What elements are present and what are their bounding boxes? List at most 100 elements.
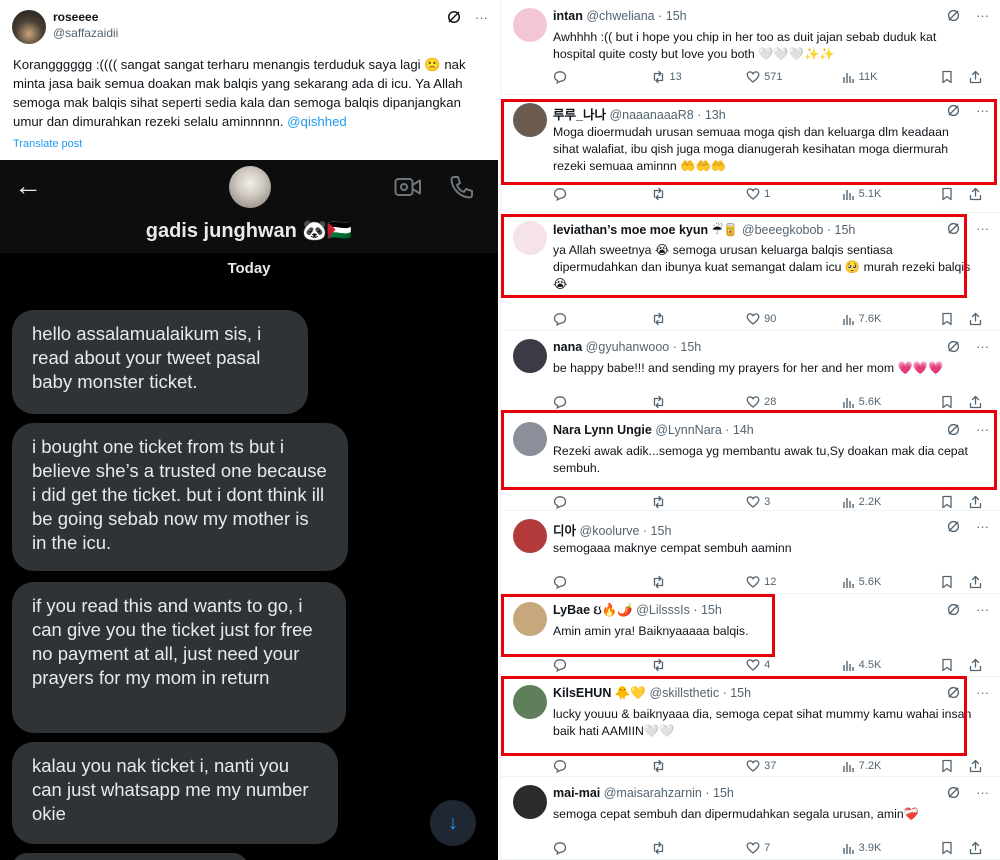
share-button[interactable] — [969, 575, 989, 589]
reply-author-handle[interactable]: @koolurve — [580, 524, 640, 538]
reply-item[interactable]: KilsEHUN 🐥💛 @skillsthetic · 15h ··· lucky … — [501, 677, 1000, 777]
reply-time[interactable]: · 15h — [827, 223, 856, 237]
reply-avatar[interactable] — [513, 103, 547, 137]
views-button[interactable]: 7.6K — [842, 313, 942, 326]
grok-icon[interactable] — [947, 340, 960, 353]
grok-icon[interactable] — [947, 104, 960, 117]
reply-author-name[interactable]: 디아 — [553, 524, 576, 538]
grok-icon[interactable] — [947, 520, 960, 533]
reply-button[interactable] — [553, 495, 651, 509]
reply-avatar[interactable] — [513, 785, 547, 819]
author-avatar[interactable] — [12, 10, 46, 44]
reply-button[interactable] — [553, 841, 651, 855]
more-options-icon[interactable]: ··· — [976, 602, 989, 617]
reply-author-handle[interactable]: @maisarahzarnin — [604, 786, 702, 800]
reply-item[interactable]: leviathan’s moe moe kyun ☔🥫 @beeegkobob … — [501, 213, 1000, 331]
reply-item[interactable]: mai-mai @maisarahzarnin · 15h ··· semoga c… — [501, 777, 1000, 860]
more-options-icon[interactable]: ··· — [976, 221, 989, 236]
more-options-icon[interactable]: ··· — [976, 103, 989, 118]
more-options-icon[interactable]: ··· — [475, 10, 488, 25]
repost-button[interactable] — [651, 395, 747, 409]
reply-avatar[interactable] — [513, 221, 547, 255]
reply-item[interactable]: 루루_나나 @naaanaaaR8 · 13h ··· Moga dioermuda… — [501, 95, 1000, 213]
share-button[interactable] — [969, 70, 989, 84]
reply-item[interactable]: 디아 @koolurve · 15h ··· semogaaa maknye cem… — [501, 511, 1000, 594]
reply-author-name[interactable]: intan — [553, 9, 583, 23]
reply-author-handle[interactable]: @LilsssIs — [636, 603, 690, 617]
grok-icon[interactable] — [947, 423, 960, 436]
like-button[interactable]: 37 — [746, 759, 842, 773]
grok-icon[interactable] — [447, 10, 461, 25]
repost-button[interactable] — [651, 575, 747, 589]
reply-avatar[interactable] — [513, 685, 547, 719]
reply-button[interactable] — [553, 658, 651, 672]
reply-author-name[interactable]: leviathan’s moe moe kyun ☔🥫 — [553, 223, 738, 237]
like-button[interactable]: 28 — [746, 395, 842, 409]
views-button[interactable]: 5.6K — [842, 396, 942, 409]
reply-button[interactable] — [553, 395, 651, 409]
reply-button[interactable] — [553, 575, 651, 589]
repost-button[interactable] — [651, 312, 747, 326]
more-options-icon[interactable]: ··· — [976, 339, 989, 354]
reply-time[interactable]: · 15h — [723, 686, 752, 700]
share-button[interactable] — [969, 841, 989, 855]
author-handle[interactable]: @saffazaidii — [53, 26, 118, 40]
reply-button[interactable] — [553, 70, 651, 84]
reply-time[interactable]: · 15h — [673, 340, 702, 354]
share-button[interactable] — [969, 312, 989, 326]
grok-icon[interactable] — [947, 686, 960, 699]
grok-icon[interactable] — [947, 603, 960, 616]
reply-time[interactable]: · 15h — [705, 786, 734, 800]
back-arrow-icon[interactable]: ← — [14, 172, 42, 200]
reply-avatar[interactable] — [513, 8, 547, 42]
views-button[interactable]: 3.9K — [842, 842, 942, 855]
bookmark-button[interactable] — [941, 759, 969, 773]
reply-author-handle[interactable]: @beeegkobob — [742, 223, 824, 237]
bookmark-button[interactable] — [941, 312, 969, 326]
mention-link[interactable]: @qishhed — [287, 114, 347, 129]
reply-item[interactable]: LyBae ઇ🔥🌶️ @LilsssIs · 15h ··· Amin amin y… — [501, 594, 1000, 677]
grok-icon[interactable] — [947, 222, 960, 235]
phone-call-icon[interactable] — [449, 174, 475, 200]
share-button[interactable] — [969, 759, 989, 773]
share-button[interactable] — [969, 495, 989, 509]
reply-time[interactable]: · 15h — [643, 524, 672, 538]
like-button[interactable]: 12 — [746, 575, 842, 589]
reply-avatar[interactable] — [513, 339, 547, 373]
bookmark-button[interactable] — [941, 395, 969, 409]
reply-item[interactable]: Nara Lynn Ungie @LynnNara · 14h ··· Rezeki… — [501, 414, 1000, 511]
video-call-icon[interactable] — [394, 176, 422, 198]
repost-button[interactable] — [651, 658, 747, 672]
reply-avatar[interactable] — [513, 602, 547, 636]
more-options-icon[interactable]: ··· — [976, 8, 989, 23]
views-button[interactable]: 4.5K — [842, 659, 942, 672]
reply-author-name[interactable]: 루루_나나 — [553, 108, 606, 122]
reply-author-name[interactable]: KilsEHUN 🐥💛 — [553, 686, 646, 700]
reply-author-handle[interactable]: @skillsthetic — [649, 686, 719, 700]
grok-icon[interactable] — [947, 786, 960, 799]
like-button[interactable]: 4 — [746, 658, 842, 672]
like-button[interactable]: 571 — [746, 70, 842, 84]
scroll-down-arrow-icon[interactable]: ↓ — [430, 800, 476, 846]
reply-button[interactable] — [553, 759, 651, 773]
bookmark-button[interactable] — [941, 70, 969, 84]
bookmark-button[interactable] — [941, 187, 969, 201]
bookmark-button[interactable] — [941, 575, 969, 589]
repost-button[interactable] — [651, 759, 747, 773]
author-name[interactable]: roseeee — [53, 10, 98, 24]
reply-time[interactable]: · 15h — [658, 9, 687, 23]
reply-author-name[interactable]: Nara Lynn Ungie — [553, 423, 652, 437]
translate-post-link[interactable]: Translate post — [13, 138, 82, 150]
reply-author-handle[interactable]: @naaanaaaR8 — [609, 108, 693, 122]
grok-icon[interactable] — [947, 9, 960, 22]
views-button[interactable]: 5.6K — [842, 576, 942, 589]
reply-author-handle[interactable]: @chweliana — [586, 9, 654, 23]
views-button[interactable]: 2.2K — [842, 496, 942, 509]
share-button[interactable] — [969, 658, 989, 672]
bookmark-button[interactable] — [941, 495, 969, 509]
reply-avatar[interactable] — [513, 519, 547, 553]
views-button[interactable]: 7.2K — [842, 760, 942, 773]
repost-button[interactable] — [651, 495, 747, 509]
repost-button[interactable] — [651, 841, 747, 855]
reply-author-name[interactable]: nana — [553, 340, 582, 354]
